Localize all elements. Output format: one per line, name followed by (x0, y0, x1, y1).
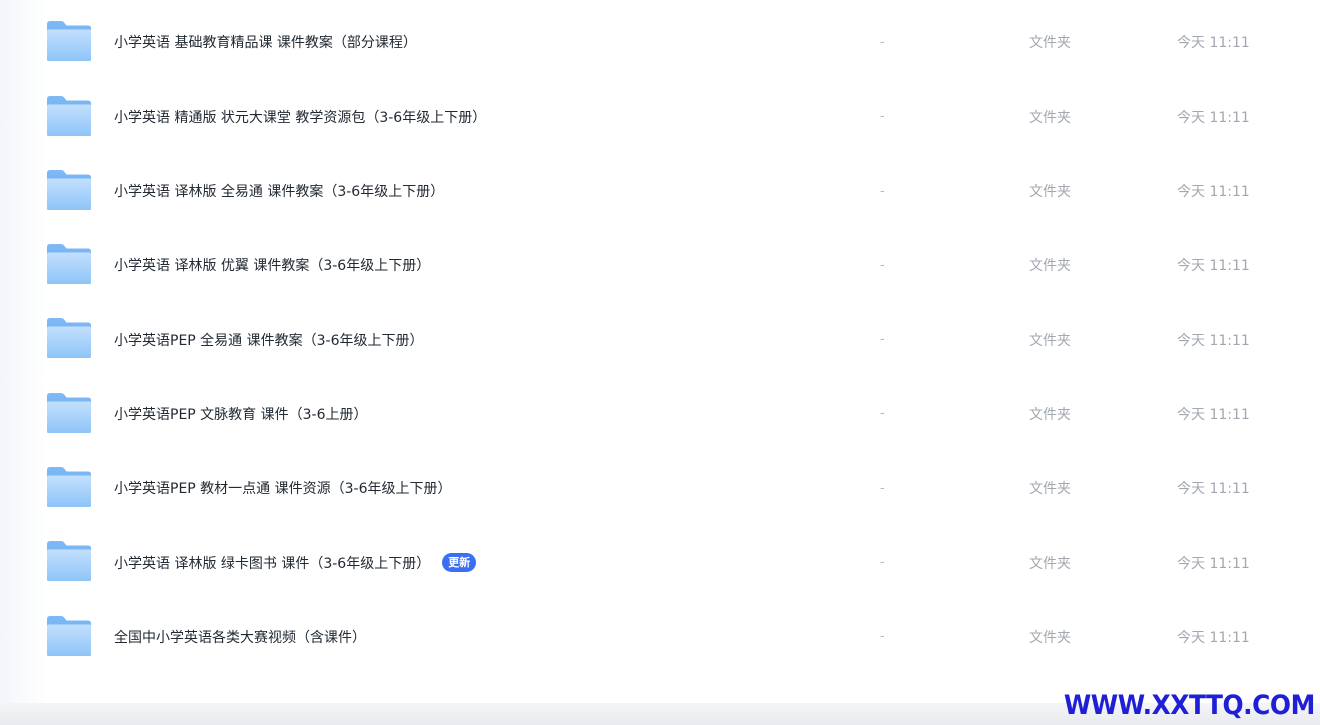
file-size: - (880, 629, 885, 645)
file-list: 小学英语 精通版 天津空中课堂 课件教案习题（3-6年级上下册） - 文件夹 今… (0, 0, 1320, 674)
modified-time: 今天 11:11 (1177, 109, 1250, 126)
file-type: 文件夹 (1029, 332, 1071, 349)
modified-time: 今天 11:11 (1177, 629, 1250, 646)
file-type: 文件夹 (1029, 35, 1071, 52)
file-name[interactable]: 小学英语 译林版 全易通 课件教案（3-6年级上下册） (114, 181, 444, 201)
file-row[interactable]: 全国中小学英语各类大赛视频（含课件） - 文件夹 今天 11:11 (0, 600, 1320, 674)
file-size: - (880, 406, 885, 422)
file-type: 文件夹 (1029, 184, 1071, 201)
file-type: 文件夹 (1029, 481, 1071, 498)
file-size: - (880, 34, 885, 50)
file-row[interactable]: 小学英语PEP 教材一点通 课件资源（3-6年级上下册） - 文件夹 今天 11… (0, 451, 1320, 525)
modified-time: 今天 11:11 (1177, 35, 1250, 52)
modified-time: 今天 11:11 (1177, 184, 1250, 201)
file-row[interactable]: 小学英语 精通版 状元大课堂 教学资源包（3-6年级上下册） - 文件夹 今天 … (0, 80, 1320, 154)
file-type: 文件夹 (1029, 555, 1071, 572)
file-name[interactable]: 全国中小学英语各类大赛视频（含课件） (114, 627, 366, 647)
folder-icon (46, 243, 92, 285)
file-name[interactable]: 小学英语 精通版 状元大课堂 教学资源包（3-6年级上下册） (114, 107, 486, 127)
file-size: - (880, 555, 885, 571)
file-name[interactable]: 小学英语PEP 教材一点通 课件资源（3-6年级上下册） (114, 478, 452, 498)
modified-time: 今天 11:11 (1177, 555, 1250, 572)
file-row[interactable]: 小学英语 译林版 全易通 课件教案（3-6年级上下册） - 文件夹 今天 11:… (0, 154, 1320, 228)
file-browser-page: 小学英语 精通版 天津空中课堂 课件教案习题（3-6年级上下册） - 文件夹 今… (0, 0, 1320, 725)
folder-icon (46, 540, 92, 582)
file-size: - (880, 332, 885, 348)
file-row[interactable]: 小学英语 基础教育精品课 课件教案（部分课程） - 文件夹 今天 11:11 (0, 5, 1320, 79)
file-row[interactable]: 小学英语PEP 文脉教育 课件（3-6上册） - 文件夹 今天 11:11 (0, 377, 1320, 451)
file-type: 文件夹 (1029, 258, 1071, 275)
watermark: WWW.XXTTQ.COM (1063, 690, 1315, 721)
file-name[interactable]: 小学英语PEP 全易通 课件教案（3-6年级上下册） (114, 330, 424, 350)
modified-time: 今天 11:11 (1177, 332, 1250, 349)
file-size: - (880, 257, 885, 273)
folder-icon (46, 317, 92, 359)
folder-icon (46, 20, 92, 62)
folder-icon (46, 615, 92, 657)
file-name[interactable]: 小学英语 译林版 优翼 课件教案（3-6年级上下册） (114, 255, 430, 275)
file-type: 文件夹 (1029, 406, 1071, 423)
modified-time: 今天 11:11 (1177, 258, 1250, 275)
file-size: - (880, 183, 885, 199)
modified-time: 今天 11:11 (1177, 481, 1250, 498)
file-row[interactable]: 小学英语PEP 全易通 课件教案（3-6年级上下册） - 文件夹 今天 11:1… (0, 302, 1320, 376)
file-type: 文件夹 (1029, 629, 1071, 646)
folder-icon (46, 169, 92, 211)
modified-time: 今天 11:11 (1177, 406, 1250, 423)
folder-icon (46, 466, 92, 508)
file-size: - (880, 480, 885, 496)
folder-icon (46, 392, 92, 434)
file-row[interactable]: 小学英语 译林版 绿卡图书 课件（3-6年级上下册） 更新 - 文件夹 今天 1… (0, 525, 1320, 599)
file-name[interactable]: 小学英语 基础教育精品课 课件教案（部分课程） (114, 32, 417, 52)
file-row[interactable]: 小学英语 译林版 优翼 课件教案（3-6年级上下册） - 文件夹 今天 11:1… (0, 228, 1320, 302)
file-size: - (880, 109, 885, 125)
file-type: 文件夹 (1029, 109, 1071, 126)
file-name[interactable]: 小学英语 译林版 绿卡图书 课件（3-6年级上下册） (114, 553, 430, 573)
folder-icon (46, 95, 92, 137)
file-name[interactable]: 小学英语PEP 文脉教育 课件（3-6上册） (114, 404, 368, 424)
update-badge: 更新 (442, 553, 477, 573)
